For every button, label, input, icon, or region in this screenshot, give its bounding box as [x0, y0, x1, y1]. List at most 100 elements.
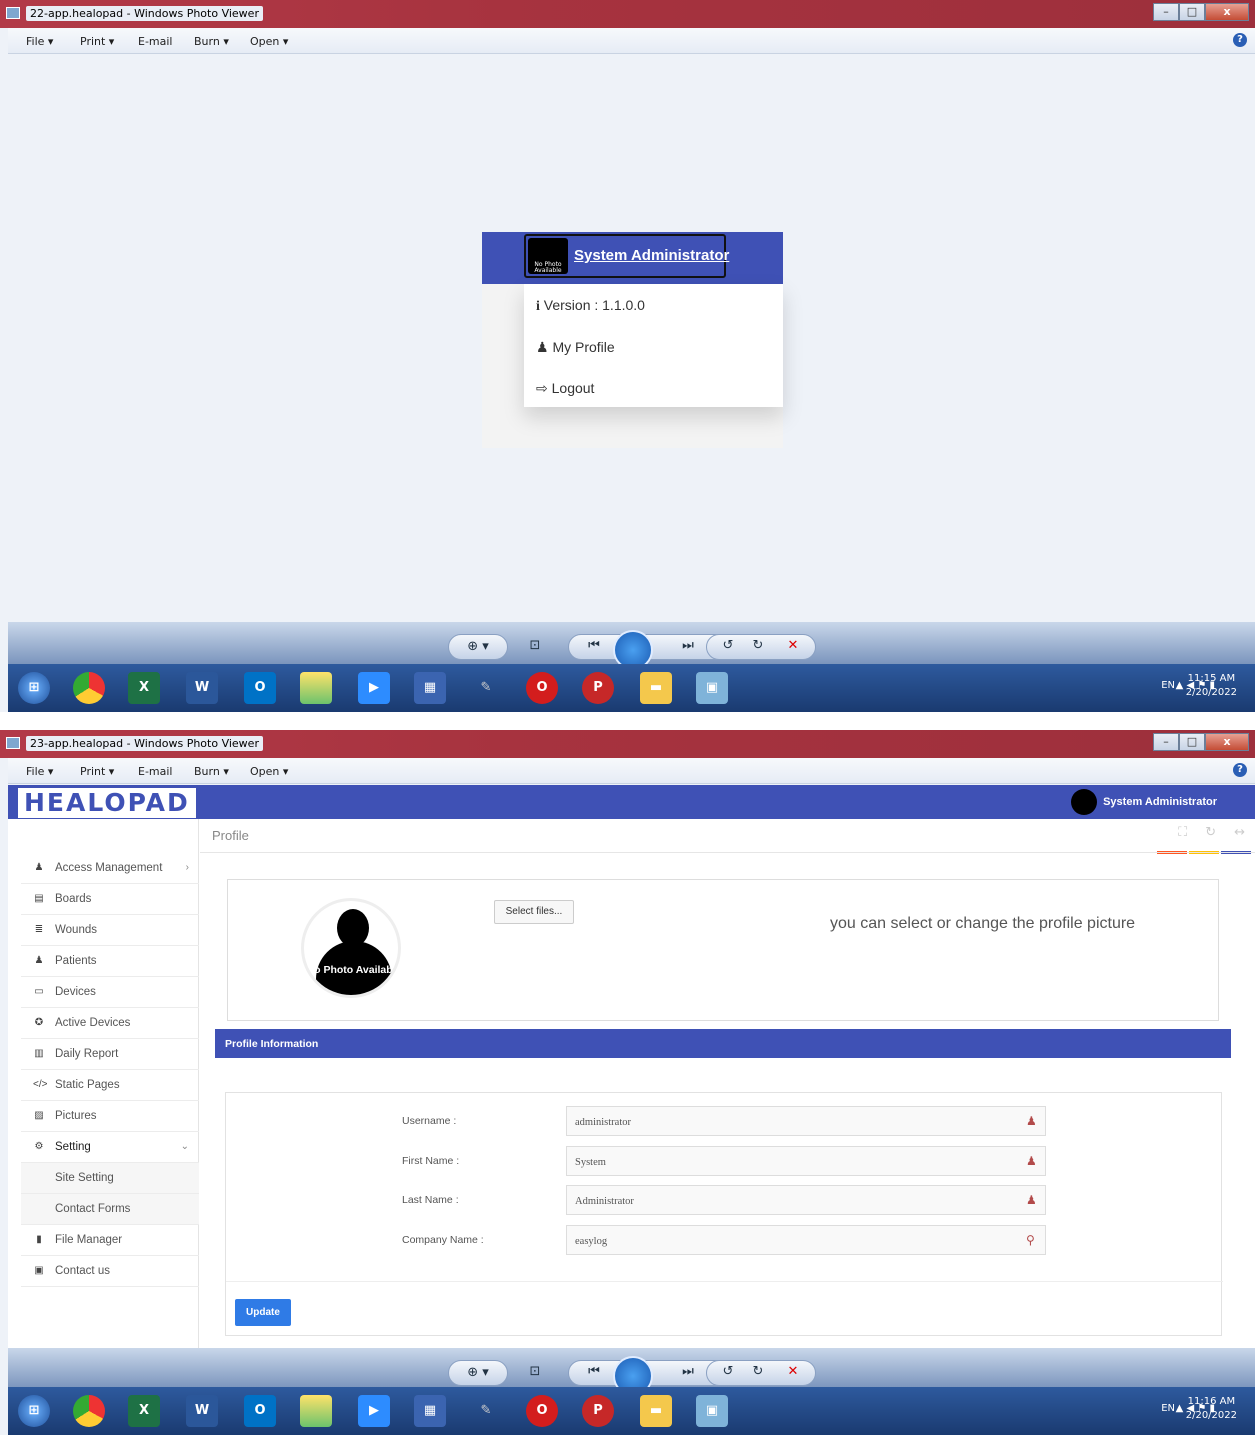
zoom-icon[interactable]: ⊕ ▾: [448, 634, 508, 660]
menu-open[interactable]: Open ▾: [250, 765, 288, 778]
taskbar: ⊞ X W O ▶ ▦ ✎ O P ▬ ▣ EN ▲ ◀ ⚑ ▮ 11:15 A…: [8, 664, 1255, 712]
menu-burn[interactable]: Burn ▾: [194, 35, 229, 48]
sidebar-item-access-management[interactable]: ♟ Access Management ›: [21, 853, 199, 884]
opera-icon[interactable]: O: [526, 672, 558, 704]
menu-print[interactable]: Print ▾: [80, 765, 114, 778]
sidebar-item-daily-report[interactable]: ▥ Daily Report: [21, 1039, 199, 1070]
minimize-button[interactable]: –: [1153, 3, 1179, 21]
language-indicator[interactable]: EN: [1161, 680, 1175, 691]
photo-viewer-task-icon[interactable]: ▣: [696, 1395, 728, 1427]
sidebar-item-patients[interactable]: ♟ Patients: [21, 946, 199, 977]
profile-form: Username : administrator ♟ First Name : …: [225, 1092, 1223, 1336]
page-title: Profile: [212, 828, 249, 843]
sidebar-item-boards[interactable]: ▤ Boards: [21, 884, 199, 915]
sidebar-item-contact-us[interactable]: ▣ Contact us: [21, 1256, 199, 1287]
start-icon[interactable]: ⊞: [18, 672, 50, 704]
user-menu-toggle[interactable]: No Photo Available System Administrator: [524, 234, 729, 278]
delete-icon[interactable]: ✕: [778, 634, 808, 660]
username-field[interactable]: administrator: [566, 1106, 1046, 1136]
first-name-field[interactable]: System: [566, 1146, 1046, 1176]
p-app-icon[interactable]: P: [582, 1395, 614, 1427]
help-icon[interactable]: ?: [1233, 33, 1247, 47]
collapse-icon[interactable]: ↔: [1234, 825, 1245, 840]
p-app-icon[interactable]: P: [582, 672, 614, 704]
maximize-button[interactable]: □: [1179, 3, 1205, 21]
chart-icon: ▥: [34, 1048, 44, 1059]
version-item[interactable]: i Version : 1.1.0.0: [536, 297, 645, 315]
close-button[interactable]: x: [1205, 733, 1249, 751]
menu-print[interactable]: Print ▾: [80, 35, 114, 48]
excel-icon[interactable]: X: [128, 1395, 160, 1427]
rotate-right-icon[interactable]: ↻: [743, 1360, 773, 1386]
menu-open[interactable]: Open ▾: [250, 35, 288, 48]
zoom-app-icon[interactable]: ▶: [358, 1395, 390, 1427]
photo-viewer-task-icon[interactable]: ▣: [696, 672, 728, 704]
fullscreen-icon[interactable]: ⛶: [1178, 825, 1187, 840]
sidebar-subitem-contact-forms[interactable]: Contact Forms: [21, 1194, 199, 1225]
previous-icon[interactable]: ⏮: [576, 634, 612, 660]
explorer-icon[interactable]: ▬: [640, 1395, 672, 1427]
next-icon[interactable]: ⏭: [670, 634, 706, 660]
menu-burn[interactable]: Burn ▾: [194, 765, 229, 778]
board-icon: ▤: [34, 893, 44, 904]
start-icon[interactable]: ⊞: [18, 1395, 50, 1427]
logo[interactable]: HEALOPAD: [18, 788, 196, 818]
minimize-button[interactable]: –: [1153, 733, 1179, 751]
outlook-icon[interactable]: O: [244, 1395, 276, 1427]
chrome-icon[interactable]: [73, 1395, 105, 1427]
update-button[interactable]: Update: [235, 1299, 291, 1326]
main-content: Profile ⛶ ↻ ↔ No Photo Available Select fi…: [200, 819, 1255, 1348]
chevron-right-icon: ›: [185, 862, 189, 873]
sidebar-item-static-pages[interactable]: </> Static Pages: [21, 1070, 199, 1101]
menu-email[interactable]: E-mail: [138, 35, 173, 48]
sidebar-item-active-devices[interactable]: ✪ Active Devices: [21, 1008, 199, 1039]
explorer-icon[interactable]: ▬: [640, 672, 672, 704]
opera-icon[interactable]: O: [526, 1395, 558, 1427]
select-files-button[interactable]: Select files...: [494, 900, 574, 924]
close-button[interactable]: x: [1205, 3, 1249, 21]
my-profile-item[interactable]: ♟ My Profile: [536, 339, 615, 356]
sidebar-item-wounds[interactable]: ≣ Wounds: [21, 915, 199, 946]
last-name-row: Last Name : Administrator ♟: [226, 1185, 1223, 1217]
menu-file[interactable]: File ▾: [26, 35, 53, 48]
clock[interactable]: 11:16 AM 2/20/2022: [1186, 1395, 1237, 1423]
snipping-tool-icon[interactable]: ✎: [470, 672, 502, 704]
rotate-right-icon[interactable]: ↻: [743, 634, 773, 660]
next-icon[interactable]: ⏭: [670, 1360, 706, 1386]
snipping-tool-icon[interactable]: ✎: [470, 1395, 502, 1427]
fit-window-icon[interactable]: ⊡: [520, 1360, 550, 1386]
last-name-field[interactable]: Administrator: [566, 1185, 1046, 1215]
avatar: [1071, 789, 1098, 815]
sidebar-item-devices[interactable]: ▭ Devices: [21, 977, 199, 1008]
clock[interactable]: 11:15 AM 2/20/2022: [1186, 672, 1237, 700]
chrome-icon[interactable]: [73, 672, 105, 704]
company-name-field[interactable]: easylog: [566, 1225, 1046, 1255]
rotate-left-icon[interactable]: ↺: [713, 634, 743, 660]
sidebar-item-pictures[interactable]: ▨ Pictures: [21, 1101, 199, 1132]
refresh-icon[interactable]: ↻: [1205, 825, 1216, 840]
menu-email[interactable]: E-mail: [138, 765, 173, 778]
outlook-icon[interactable]: O: [244, 672, 276, 704]
zoom-app-icon[interactable]: ▶: [358, 672, 390, 704]
sticky-notes-icon[interactable]: [300, 672, 332, 704]
network-app-icon[interactable]: ▦: [414, 1395, 446, 1427]
word-icon[interactable]: W: [186, 672, 218, 704]
rotate-left-icon[interactable]: ↺: [713, 1360, 743, 1386]
menu-file[interactable]: File ▾: [26, 765, 53, 778]
sidebar-subitem-site-setting[interactable]: Site Setting: [21, 1163, 199, 1194]
logout-item[interactable]: ⇨ Logout: [536, 380, 594, 397]
header-user-menu[interactable]: System Administrator: [1071, 789, 1217, 815]
help-icon[interactable]: ?: [1233, 763, 1247, 777]
sidebar-item-file-manager[interactable]: ▮ File Manager: [21, 1225, 199, 1256]
word-icon[interactable]: W: [186, 1395, 218, 1427]
zoom-icon[interactable]: ⊕ ▾: [448, 1360, 508, 1386]
fit-window-icon[interactable]: ⊡: [520, 634, 550, 660]
language-indicator[interactable]: EN: [1161, 1403, 1175, 1414]
previous-icon[interactable]: ⏮: [576, 1360, 612, 1386]
sticky-notes-icon[interactable]: [300, 1395, 332, 1427]
network-app-icon[interactable]: ▦: [414, 672, 446, 704]
excel-icon[interactable]: X: [128, 672, 160, 704]
sidebar-item-setting[interactable]: ⚙ Setting ⌄: [21, 1132, 199, 1163]
maximize-button[interactable]: □: [1179, 733, 1205, 751]
delete-icon[interactable]: ✕: [778, 1360, 808, 1386]
